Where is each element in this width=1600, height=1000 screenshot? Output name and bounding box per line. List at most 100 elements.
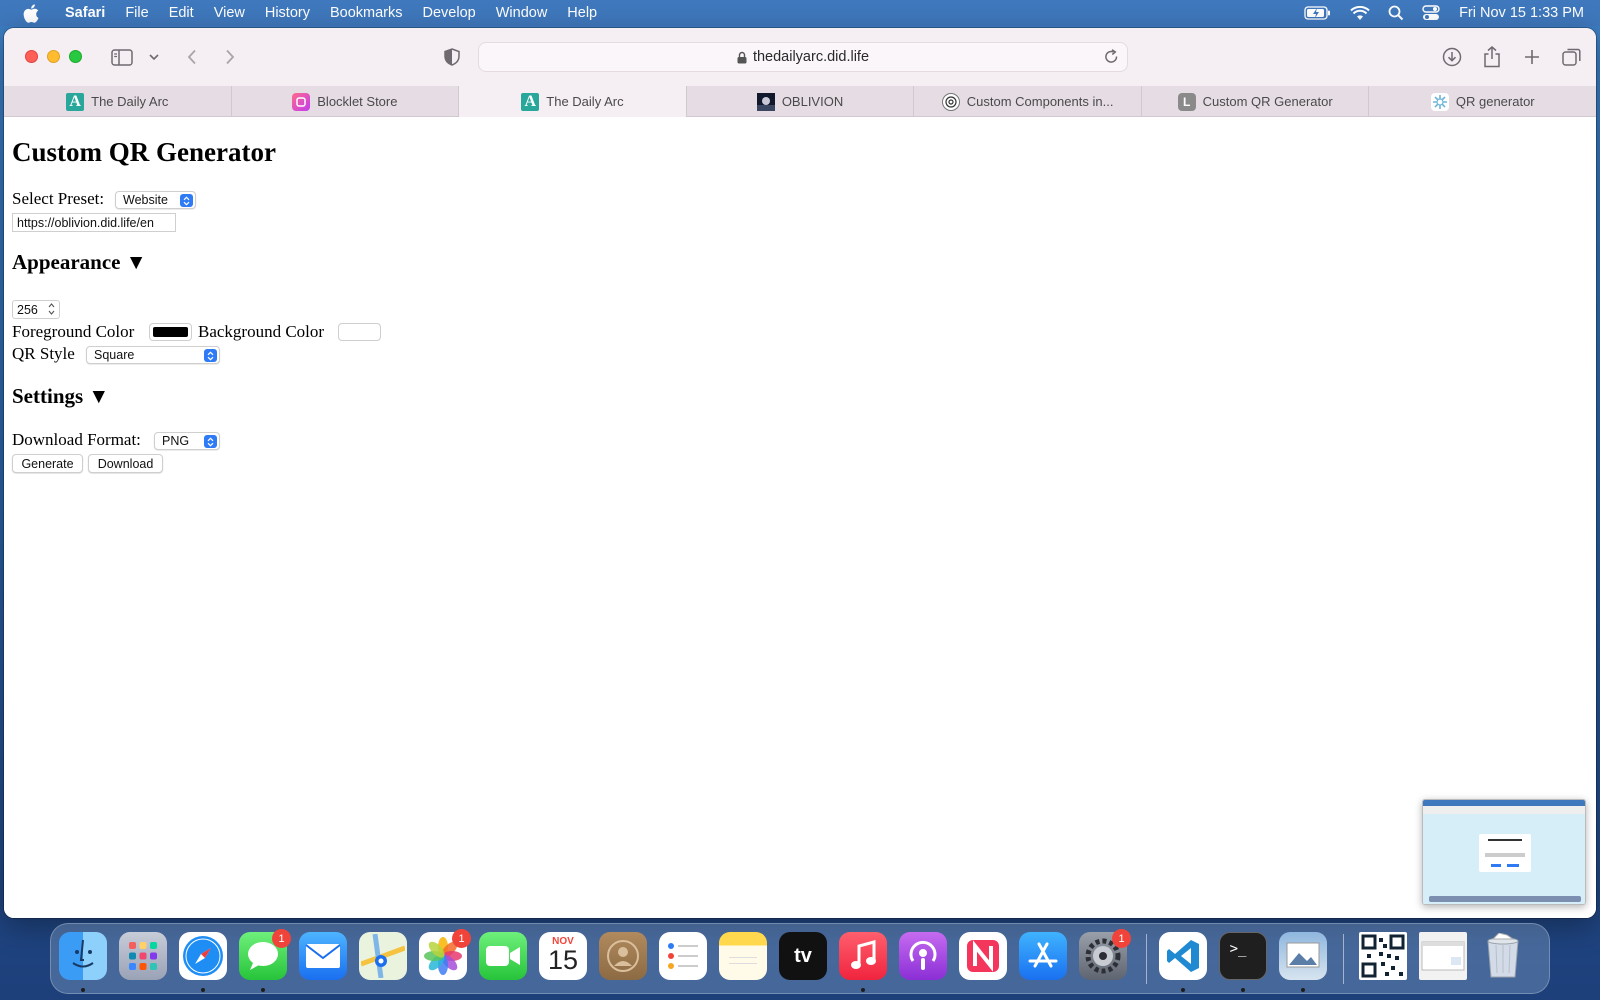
- podcasts-icon[interactable]: [899, 932, 947, 980]
- preset-select[interactable]: Website: [115, 191, 196, 209]
- dock: 1 1 NOV 15 tv 1 >_: [50, 923, 1550, 994]
- new-tab-icon[interactable]: [1520, 45, 1544, 69]
- download-format-label: Download Format:: [12, 430, 141, 449]
- reload-icon[interactable]: [1104, 49, 1119, 65]
- tv-glyph: tv: [794, 944, 812, 967]
- background-color-swatch: [342, 327, 377, 337]
- running-indicator: [201, 988, 205, 992]
- downloads-icon[interactable]: [1440, 45, 1464, 69]
- apple-menu-icon[interactable]: [23, 3, 43, 23]
- tab-qr-generator[interactable]: QR generator: [1369, 86, 1596, 117]
- download-format-select[interactable]: PNG: [154, 432, 220, 450]
- foreground-color-picker[interactable]: [149, 323, 192, 341]
- safari-icon[interactable]: [179, 932, 227, 980]
- dock-separator: [1146, 934, 1147, 984]
- share-icon[interactable]: [1480, 45, 1504, 69]
- tab-the-daily-arc-1[interactable]: A The Daily Arc: [4, 86, 232, 117]
- back-icon[interactable]: [182, 45, 202, 69]
- app-store-icon[interactable]: [1019, 932, 1067, 980]
- launchpad-icon[interactable]: [119, 932, 167, 980]
- menu-app-safari[interactable]: Safari: [59, 5, 115, 21]
- window-minimize-button[interactable]: [47, 50, 60, 63]
- size-input[interactable]: 256: [12, 300, 60, 319]
- web-page: Custom QR Generator Select Preset: Websi…: [4, 117, 1596, 918]
- qr-style-select[interactable]: Square: [86, 346, 220, 364]
- url-input-value: https://oblivion.did.life/en: [17, 215, 154, 230]
- tab-label: QR generator: [1455, 94, 1535, 109]
- download-format-select-value: PNG: [162, 434, 190, 448]
- mail-icon[interactable]: [299, 932, 347, 980]
- tab-label: The Daily Arc: [91, 94, 169, 109]
- preset-label: Select Preset:: [12, 189, 105, 208]
- terminal-icon[interactable]: >_: [1219, 932, 1267, 980]
- spotlight-icon[interactable]: [1388, 5, 1404, 21]
- select-arrows-icon: [204, 349, 217, 362]
- appearance-heading[interactable]: Appearance ▼: [12, 250, 147, 275]
- terminal-prompt-glyph: >_: [1229, 941, 1247, 957]
- control-center-icon[interactable]: [1422, 5, 1440, 21]
- stepper-icon[interactable]: [48, 302, 55, 319]
- tab-label: Custom QR Generator: [1202, 94, 1333, 109]
- music-icon[interactable]: [839, 932, 887, 980]
- download-button[interactable]: Download: [88, 454, 163, 473]
- preset-select-value: Website: [123, 193, 168, 207]
- running-indicator: [81, 988, 85, 992]
- privacy-shield-icon[interactable]: [442, 45, 462, 69]
- wifi-icon[interactable]: [1350, 5, 1370, 21]
- forward-icon[interactable]: [220, 45, 240, 69]
- tab-overview-icon[interactable]: [1560, 45, 1584, 69]
- qr-code-file-icon[interactable]: [1359, 932, 1407, 980]
- qr-style-label: QR Style: [12, 344, 75, 363]
- photos-badge: 1: [452, 929, 471, 948]
- finder-icon[interactable]: [59, 932, 107, 980]
- status-area: Fri Nov 15 1:33 PM: [1295, 0, 1600, 26]
- chevron-down-icon[interactable]: [147, 45, 161, 69]
- oblivion-icon: [756, 92, 775, 111]
- running-indicator: [1241, 988, 1245, 992]
- menu-bookmarks[interactable]: Bookmarks: [320, 5, 413, 21]
- menubar-clock[interactable]: Fri Nov 15 1:33 PM: [1459, 5, 1584, 21]
- menu-file[interactable]: File: [115, 5, 158, 21]
- arc-icon: A: [66, 92, 85, 111]
- tab-blocklet-store[interactable]: Blocklet Store: [232, 86, 460, 117]
- tab-bar: A The Daily Arc Blocklet Store A The Dai…: [4, 86, 1596, 117]
- tab-the-daily-arc-active[interactable]: A The Daily Arc: [459, 86, 687, 117]
- battery-icon[interactable]: [1304, 6, 1332, 20]
- tab-custom-components[interactable]: Custom Components in...: [914, 86, 1142, 117]
- qr-icon: [1430, 92, 1449, 111]
- settings-badge: 1: [1112, 929, 1131, 948]
- vscode-icon[interactable]: [1159, 932, 1207, 980]
- trash-icon[interactable]: [1479, 932, 1527, 980]
- running-indicator: [861, 988, 865, 992]
- notes-icon[interactable]: [719, 932, 767, 980]
- menu-view[interactable]: View: [204, 5, 255, 21]
- contacts-icon[interactable]: [599, 932, 647, 980]
- tab-oblivion[interactable]: OBLIVION: [687, 86, 915, 117]
- tab-label: OBLIVION: [781, 94, 844, 109]
- menu-help[interactable]: Help: [557, 5, 607, 21]
- menu-develop[interactable]: Develop: [413, 5, 486, 21]
- url-input[interactable]: https://oblivion.did.life/en: [12, 213, 176, 232]
- background-color-picker[interactable]: [338, 323, 381, 341]
- generate-button[interactable]: Generate: [12, 454, 83, 473]
- menu-history[interactable]: History: [255, 5, 320, 21]
- messages-badge: 1: [272, 929, 291, 948]
- apple-tv-icon[interactable]: tv: [779, 932, 827, 980]
- sidebar-toggle-icon[interactable]: [110, 45, 134, 69]
- screenshot-file-icon[interactable]: [1419, 932, 1467, 980]
- calendar-icon[interactable]: NOV 15: [539, 932, 587, 980]
- menu-edit[interactable]: Edit: [159, 5, 204, 21]
- select-arrows-icon: [180, 194, 193, 207]
- window-close-button[interactable]: [25, 50, 38, 63]
- settings-heading[interactable]: Settings ▼: [12, 384, 109, 409]
- menu-window[interactable]: Window: [486, 5, 558, 21]
- maps-icon[interactable]: [359, 932, 407, 980]
- news-icon[interactable]: [959, 932, 1007, 980]
- reminders-icon[interactable]: [659, 932, 707, 980]
- tab-custom-qr-generator[interactable]: L Custom QR Generator: [1142, 86, 1370, 117]
- screenshot-thumbnail[interactable]: [1422, 799, 1586, 905]
- address-bar[interactable]: thedailyarc.did.life: [478, 42, 1128, 72]
- window-zoom-button[interactable]: [69, 50, 82, 63]
- preview-icon[interactable]: [1279, 932, 1327, 980]
- facetime-icon[interactable]: [479, 932, 527, 980]
